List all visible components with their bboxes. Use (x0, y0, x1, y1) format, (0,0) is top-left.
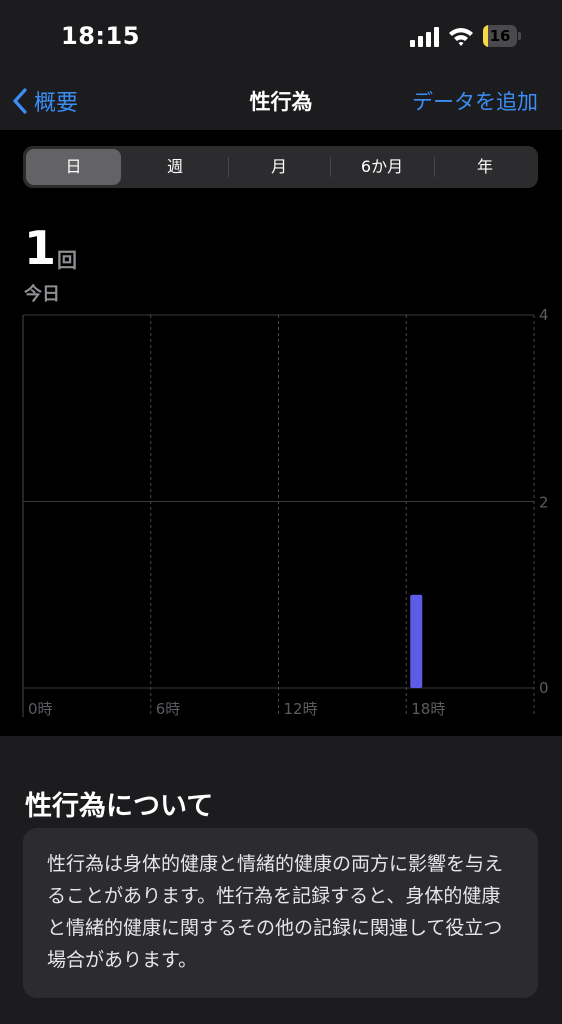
y-tick-label: 2 (539, 494, 549, 512)
total-count-value: 1 (24, 221, 57, 275)
segment-six-months[interactable]: 6か月 (331, 149, 433, 185)
battery-level: 16 (489, 27, 511, 45)
x-tick-label: 18時 (411, 700, 445, 718)
status-bar: 18:15 16 (0, 0, 562, 72)
battery-icon: 16 (483, 25, 521, 47)
navigation-bar: 概要 性行為 データを追加 (0, 72, 562, 130)
about-card: 性行為は身体的健康と情緒的健康の両方に影響を与えることがあります。性行為を記録す… (23, 828, 538, 998)
x-tick-label: 6時 (156, 700, 181, 718)
x-tick-label: 12時 (284, 700, 318, 718)
segment-year[interactable]: 年 (435, 149, 535, 185)
total-count-unit: 回 (57, 248, 77, 272)
segment-week[interactable]: 週 (127, 149, 223, 185)
status-time: 18:15 (61, 22, 140, 50)
y-tick-label: 4 (539, 306, 549, 324)
cellular-signal-icon (410, 27, 439, 47)
segment-month[interactable]: 月 (229, 149, 329, 185)
segment-day[interactable]: 日 (26, 149, 121, 185)
activity-chart: 4 2 0 0時 6時 12時 18時 (22, 306, 549, 718)
about-description: 性行為は身体的健康と情緒的健康の両方に影響を与えることがあります。性行為を記録す… (47, 853, 504, 971)
x-tick-label: 0時 (28, 700, 53, 718)
chart-bar (410, 594, 423, 688)
wifi-icon (449, 28, 473, 46)
y-tick-label: 0 (539, 679, 549, 697)
about-title: 性行為について (25, 791, 214, 822)
time-range-segmented-control: 日 週 月 6か月 年 (23, 146, 538, 188)
add-data-button[interactable]: データを追加 (412, 86, 538, 116)
about-section: 性行為について 性行為は身体的健康と情緒的健康の両方に影響を与えることがあります… (0, 736, 562, 1024)
